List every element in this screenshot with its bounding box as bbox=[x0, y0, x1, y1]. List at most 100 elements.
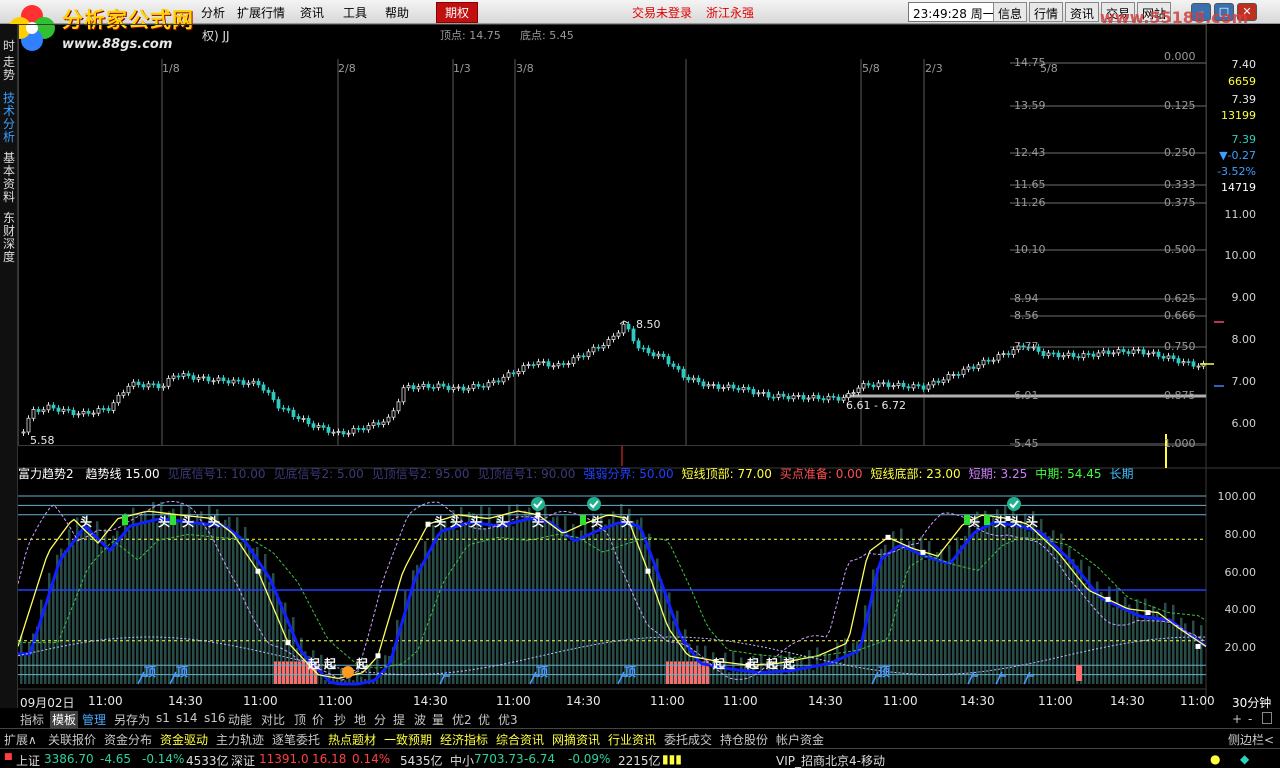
sz-index-label[interactable]: 深证 bbox=[231, 752, 255, 768]
function-tab[interactable]: 行业资讯 bbox=[608, 731, 656, 748]
indicator-tab[interactable]: 分 bbox=[374, 711, 386, 728]
histogram-bar bbox=[228, 516, 231, 684]
function-tab[interactable]: 经济指标 bbox=[440, 731, 488, 748]
function-tab[interactable]: 委托成交 bbox=[664, 731, 712, 748]
indicator-tab[interactable]: 对比 bbox=[261, 711, 285, 728]
menu-analysis[interactable]: 分析 bbox=[201, 4, 225, 21]
function-tab[interactable]: 热点题材 bbox=[328, 731, 376, 748]
histogram-bar bbox=[1156, 610, 1159, 684]
candle-body bbox=[116, 394, 121, 404]
candle-body bbox=[1111, 352, 1116, 355]
function-tab[interactable]: 关联报价 bbox=[48, 731, 96, 748]
indicator-tab[interactable]: 优2 bbox=[452, 711, 472, 728]
histogram-bar bbox=[524, 510, 527, 684]
indicator-axis-label: 100.00 bbox=[1217, 490, 1257, 503]
function-tab[interactable]: 网摘资讯 bbox=[552, 731, 600, 748]
menu-news[interactable]: 资讯 bbox=[300, 4, 324, 21]
tab-technical-analysis[interactable]: 技术分析 bbox=[2, 92, 16, 144]
candle-body bbox=[1056, 352, 1061, 358]
tab-time[interactable]: 时 bbox=[2, 40, 16, 53]
top-signal: 头 bbox=[994, 514, 1006, 529]
candle-body bbox=[996, 354, 1001, 361]
indicator-tab[interactable]: s1 bbox=[156, 711, 170, 725]
candle-body bbox=[786, 395, 791, 400]
function-tab[interactable]: 资金分布 bbox=[104, 731, 152, 748]
indicator-tab[interactable]: 提 bbox=[393, 711, 405, 728]
toggle-panel-icon[interactable] bbox=[1262, 712, 1272, 724]
sh-index-label[interactable]: 上证 bbox=[16, 752, 40, 768]
time-axis-label: 14:30 bbox=[566, 694, 601, 708]
indicator-tab[interactable]: s16 bbox=[204, 711, 226, 725]
indicator-tab[interactable]: 波 bbox=[414, 711, 426, 728]
function-tab[interactable]: 持仓股份 bbox=[720, 731, 768, 748]
zoom-in-button[interactable]: + bbox=[1232, 712, 1242, 726]
function-tab[interactable]: 主力轨迹 bbox=[216, 731, 264, 748]
histogram-bar bbox=[260, 568, 263, 684]
sme-index-value: 7703.73 bbox=[474, 752, 524, 766]
fib-price: 11.26 bbox=[1014, 196, 1046, 209]
signal-strength-icon: ▮▮▮ bbox=[662, 752, 682, 766]
news-button[interactable]: 资讯 bbox=[1065, 2, 1100, 22]
menu-tools[interactable]: 工具 bbox=[343, 4, 367, 21]
indicator-tab[interactable]: 优3 bbox=[498, 711, 518, 728]
server-name[interactable]: VIP_招商北京4-移动 bbox=[776, 752, 885, 768]
indicator-tab[interactable]: 抄 bbox=[334, 711, 346, 728]
candle-body bbox=[986, 359, 991, 362]
candle-body bbox=[676, 365, 681, 370]
tab-trend[interactable]: 走势 bbox=[2, 56, 16, 82]
indicator-tab[interactable]: 动能 bbox=[228, 711, 252, 728]
histogram-bar bbox=[172, 508, 175, 684]
volume-label: 13199 bbox=[1221, 109, 1256, 122]
candle-body bbox=[771, 396, 776, 399]
indicator-tab[interactable]: s14 bbox=[176, 711, 198, 725]
candle-body bbox=[441, 383, 446, 387]
indicator-tab-strip: 指标 模板 管理 另存为 s1 s14 s16 动能 对比顶价抄地分提波量优2 优优3 bbox=[18, 710, 1280, 728]
function-tab[interactable]: 一致预期 bbox=[384, 731, 432, 748]
start-signal: 起 bbox=[782, 656, 796, 671]
function-tab[interactable]: 综合资讯 bbox=[496, 731, 544, 748]
menu-options-tab[interactable]: 期权 bbox=[436, 2, 479, 23]
candle-body bbox=[156, 383, 161, 389]
candle-body bbox=[1086, 353, 1091, 356]
indicator-name[interactable]: 富力趋势2 bbox=[18, 467, 74, 481]
login-status[interactable]: 交易未登录 bbox=[632, 4, 692, 21]
indicator-tab[interactable]: 管理 bbox=[82, 711, 106, 728]
indicator-tab[interactable]: 另存为 bbox=[114, 711, 150, 728]
indicator-tab[interactable]: 地 bbox=[354, 711, 366, 728]
alert-icon[interactable]: ● bbox=[1210, 752, 1220, 766]
indicator-tab[interactable]: 指标 bbox=[20, 711, 44, 728]
tab-fundamentals[interactable]: 基本资料 bbox=[2, 152, 16, 204]
histogram-bar bbox=[44, 607, 47, 684]
sidebar-toggle[interactable]: 侧边栏< bbox=[1228, 731, 1274, 748]
candle-body bbox=[906, 386, 911, 389]
quotes-button[interactable]: 行情 bbox=[1029, 2, 1064, 22]
candle-body bbox=[631, 328, 636, 342]
indicator-tab[interactable]: 优 bbox=[478, 711, 490, 728]
function-tab[interactable]: 逐笔委托 bbox=[272, 731, 320, 748]
candle-body bbox=[146, 383, 151, 388]
tab-eastmoney-depth[interactable]: 东财深度 bbox=[2, 212, 16, 264]
function-tab[interactable]: 帐户资金 bbox=[776, 731, 824, 748]
function-tab[interactable]: 资金驱动 bbox=[160, 731, 208, 748]
candle-body bbox=[101, 408, 106, 410]
indicator-tab[interactable]: 模板 bbox=[50, 711, 79, 728]
histogram-bar bbox=[948, 545, 951, 684]
info-button[interactable]: 信息 bbox=[993, 2, 1028, 22]
candle-body bbox=[516, 371, 521, 375]
indicator-tab[interactable]: 顶 bbox=[294, 711, 306, 728]
period-label[interactable]: 30分钟 bbox=[1232, 694, 1271, 711]
indicator-tab[interactable]: 量 bbox=[432, 711, 444, 728]
histogram-bar bbox=[508, 505, 511, 684]
menu-extended-quotes[interactable]: 扩展行情 bbox=[237, 4, 285, 21]
indicator-param: 买点准备: 0.00 bbox=[779, 467, 863, 481]
histogram-bar bbox=[556, 516, 559, 684]
histogram-bar bbox=[460, 506, 463, 684]
candle-body bbox=[181, 373, 186, 377]
indicator-param: 长期 bbox=[1109, 467, 1134, 481]
sme-index-label[interactable]: 中小 bbox=[450, 752, 474, 768]
indicator-tab[interactable]: 价 bbox=[312, 711, 324, 728]
menu-help[interactable]: 帮助 bbox=[385, 4, 409, 21]
zoom-out-button[interactable]: - bbox=[1248, 712, 1252, 726]
histogram-bar bbox=[1176, 626, 1179, 684]
function-tab[interactable]: 扩展∧ bbox=[4, 731, 37, 748]
